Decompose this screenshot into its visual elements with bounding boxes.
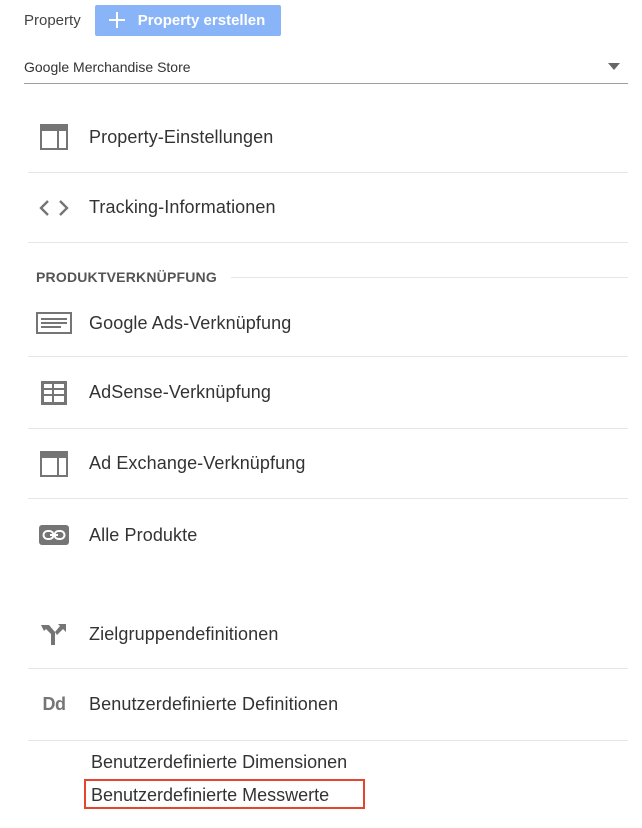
- product-linking-section-header: PRODUKTVERKNÜPFUNG: [36, 266, 628, 288]
- menu-item-custom-definitions[interactable]: Dd Benutzerdefinierte Definitionen: [28, 669, 628, 741]
- code-brackets-icon: [36, 198, 72, 218]
- subitem-custom-metrics[interactable]: Benutzerdefinierte Messwerte: [91, 785, 329, 806]
- menu-item-all-products[interactable]: Alle Produkte: [28, 499, 628, 571]
- property-select-value: Google Merchandise Store: [24, 58, 191, 75]
- link-icon: [36, 525, 72, 545]
- create-property-button[interactable]: Property erstellen: [94, 4, 282, 36]
- admin-property-panel: Property Property erstellen Google Merch…: [0, 0, 642, 828]
- subitem-custom-dimensions[interactable]: Benutzerdefinierte Dimensionen: [91, 752, 347, 773]
- menu-item-label: AdSense-Verknüpfung: [89, 382, 272, 402]
- audience-fork-icon: [36, 621, 72, 647]
- menu-item-label: Ad Exchange-Verknüpfung: [89, 453, 306, 473]
- property-label: Property: [24, 11, 81, 29]
- property-header: Property Property erstellen: [24, 4, 282, 36]
- plus-icon: [108, 12, 125, 28]
- section-title: PRODUKTVERKNÜPFUNG: [36, 269, 217, 285]
- menu-item-label: Property-Einstellungen: [89, 126, 274, 147]
- create-property-label: Property erstellen: [137, 11, 266, 29]
- menu-item-adsense-linking[interactable]: AdSense-Verknüpfung: [28, 357, 628, 429]
- menu-item-label: Benutzerdefinierte Definitionen: [89, 694, 339, 714]
- menu-item-property-settings[interactable]: Property-Einstellungen: [28, 102, 628, 173]
- property-settings-icon: [36, 124, 72, 150]
- dd-icon-text: Dd: [42, 694, 67, 714]
- menu-item-google-ads-linking[interactable]: Google Ads-Verknüpfung: [28, 290, 628, 357]
- menu-item-ad-exchange-linking[interactable]: Ad Exchange-Verknüpfung: [28, 429, 628, 499]
- menu-item-audience-definitions[interactable]: Zielgruppendefinitionen: [28, 600, 628, 669]
- adsense-icon: [36, 380, 72, 406]
- menu-item-label: Zielgruppendefinitionen: [89, 623, 279, 644]
- dropdown-caret-icon: [608, 63, 620, 70]
- dd-icon: Dd: [36, 694, 72, 715]
- section-divider: [230, 276, 628, 278]
- ad-exchange-icon: [36, 450, 72, 477]
- menu-item-label: Alle Produkte: [89, 524, 198, 545]
- menu-item-label: Tracking-Informationen: [89, 197, 276, 217]
- property-select[interactable]: Google Merchandise Store: [24, 50, 628, 84]
- menu-item-tracking-info[interactable]: Tracking-Informationen: [28, 173, 628, 243]
- google-ads-icon: [36, 312, 72, 334]
- menu-item-label: Google Ads-Verknüpfung: [89, 312, 292, 333]
